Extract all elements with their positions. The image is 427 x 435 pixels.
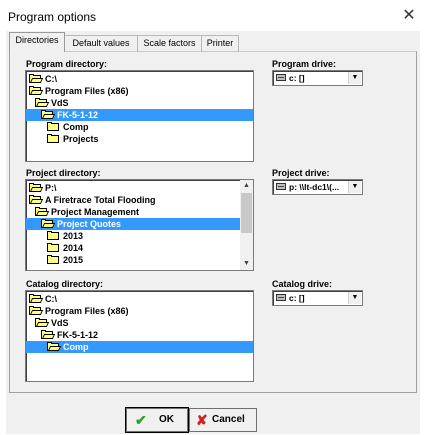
folder-icon — [47, 243, 60, 252]
open-folder-icon — [29, 306, 44, 315]
list-item[interactable]: FK-5-1-12 — [41, 329, 98, 341]
list-item-selected[interactable]: FK-5-1-12 — [26, 109, 253, 121]
open-folder-icon — [35, 318, 50, 327]
title-bar: Program options ✕ — [0, 0, 427, 30]
list-item[interactable]: C:\ — [29, 73, 57, 85]
vertical-scrollbar[interactable]: ▲ ▼ — [240, 180, 253, 270]
catalog-drive-label: Catalog drive: — [272, 279, 333, 289]
drive-icon — [276, 183, 286, 190]
drive-icon — [276, 74, 286, 81]
catalog-directory-list[interactable]: C:\ Program Files (x86) VdS FK-5-1-12 Co… — [25, 290, 254, 382]
list-item[interactable]: P:\ — [29, 182, 57, 194]
list-item[interactable]: A Firetrace Total Flooding — [29, 194, 156, 206]
open-folder-icon — [29, 74, 44, 83]
open-folder-icon — [41, 330, 56, 339]
tab-scale-factors[interactable]: Scale factors — [137, 35, 202, 52]
window-title: Program options — [8, 10, 97, 24]
open-folder-icon — [29, 183, 44, 192]
scroll-thumb[interactable] — [241, 193, 252, 233]
open-folder-icon — [35, 207, 50, 216]
project-drive-select[interactable]: p: \\lt-dc1\(... ▼ — [272, 179, 363, 195]
open-folder-icon — [41, 219, 56, 228]
chevron-down-icon[interactable]: ▼ — [348, 72, 361, 84]
tab-printer[interactable]: Printer — [201, 35, 239, 52]
list-item[interactable]: Comp — [47, 121, 89, 133]
scroll-up-icon[interactable]: ▲ — [240, 180, 253, 192]
open-folder-icon — [29, 294, 44, 303]
folder-icon — [47, 231, 60, 240]
list-item-selected[interactable]: Comp — [26, 341, 253, 353]
list-item[interactable]: Program Files (x86) — [29, 305, 129, 317]
check-icon: ✔ — [135, 412, 147, 428]
close-icon[interactable]: ✕ — [398, 6, 420, 26]
drive-icon — [276, 294, 286, 301]
list-item-selected[interactable]: Project Quotes — [26, 218, 240, 230]
program-directory-label: Program directory: — [26, 59, 108, 69]
program-directory-list[interactable]: C:\ Program Files (x86) VdS FK-5-1-12 Co… — [25, 70, 254, 162]
tab-directories[interactable]: Directories — [9, 32, 65, 52]
open-folder-icon — [29, 86, 44, 95]
list-item[interactable]: C:\ — [29, 293, 57, 305]
tab-default-values[interactable]: Default values — [64, 35, 138, 52]
project-directory-label: Project directory: — [26, 168, 101, 178]
list-item[interactable]: VdS — [35, 317, 69, 329]
scroll-down-icon[interactable]: ▼ — [240, 258, 253, 270]
cancel-button[interactable]: ✘ Cancel — [189, 408, 257, 432]
catalog-directory-label: Catalog directory: — [26, 279, 104, 289]
open-folder-icon — [41, 110, 56, 119]
list-item[interactable]: Program Files (x86) — [29, 85, 129, 97]
x-icon: ✘ — [196, 412, 208, 428]
list-item[interactable]: 2014 — [47, 242, 83, 254]
list-item[interactable]: 2013 — [47, 230, 83, 242]
open-folder-icon — [35, 98, 50, 107]
ok-button[interactable]: ✔ OK — [125, 407, 189, 433]
chevron-down-icon[interactable]: ▼ — [348, 292, 361, 304]
folder-icon — [47, 255, 60, 264]
open-folder-icon — [29, 195, 44, 204]
chevron-down-icon[interactable]: ▼ — [348, 181, 361, 193]
project-directory-list[interactable]: P:\ A Firetrace Total Flooding Project M… — [25, 179, 254, 271]
list-item[interactable]: Project Management — [35, 206, 139, 218]
catalog-drive-select[interactable]: c: [] ▼ — [272, 290, 363, 306]
program-drive-label: Program drive: — [272, 59, 337, 69]
open-folder-icon — [47, 342, 62, 351]
list-item[interactable]: 2015 — [47, 254, 83, 266]
folder-icon — [47, 134, 60, 143]
folder-icon — [47, 122, 60, 131]
list-item[interactable]: VdS — [35, 97, 69, 109]
project-drive-label: Project drive: — [272, 168, 330, 178]
list-item[interactable]: Projects — [47, 133, 99, 145]
program-drive-select[interactable]: c: [] ▼ — [272, 70, 363, 86]
